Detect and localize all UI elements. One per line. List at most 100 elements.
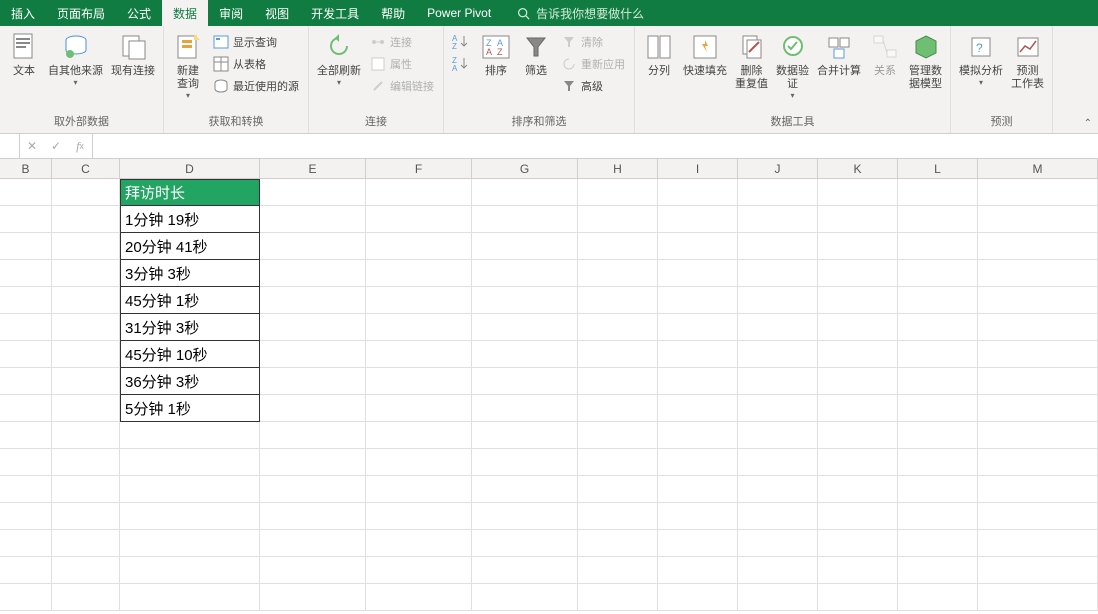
cell[interactable] <box>578 368 658 395</box>
cell[interactable] <box>898 368 978 395</box>
cell[interactable] <box>578 179 658 206</box>
cell[interactable] <box>658 260 738 287</box>
cell[interactable] <box>260 341 366 368</box>
cell[interactable] <box>818 368 898 395</box>
cell[interactable] <box>898 557 978 584</box>
cell[interactable] <box>818 530 898 557</box>
cell[interactable] <box>0 206 52 233</box>
cell[interactable] <box>658 287 738 314</box>
menu-tab-页面布局[interactable]: 页面布局 <box>46 0 116 26</box>
cell[interactable] <box>260 395 366 422</box>
cell[interactable] <box>0 260 52 287</box>
cell[interactable] <box>260 287 366 314</box>
cell[interactable]: 45分钟 1秒 <box>120 287 260 314</box>
column-header[interactable]: D <box>120 159 260 179</box>
edit-links-button[interactable]: 编辑链接 <box>367 75 437 97</box>
cell[interactable] <box>578 530 658 557</box>
cell[interactable] <box>818 260 898 287</box>
cell[interactable] <box>52 557 120 584</box>
cell[interactable] <box>898 503 978 530</box>
cell[interactable] <box>52 584 120 611</box>
cell[interactable] <box>120 476 260 503</box>
cell[interactable] <box>978 341 1098 368</box>
cell[interactable] <box>738 179 818 206</box>
cell[interactable]: 5分钟 1秒 <box>120 395 260 422</box>
cell[interactable] <box>52 530 120 557</box>
cell[interactable] <box>52 314 120 341</box>
column-header[interactable]: H <box>578 159 658 179</box>
remove-duplicates-button[interactable]: 删除 重复值 <box>731 29 772 93</box>
cell[interactable]: 3分钟 3秒 <box>120 260 260 287</box>
cell[interactable] <box>978 260 1098 287</box>
cell[interactable] <box>472 260 578 287</box>
cell[interactable] <box>818 233 898 260</box>
data-validation-button[interactable]: 数据验 证 ▾ <box>772 29 813 102</box>
cell[interactable] <box>0 179 52 206</box>
insert-function-button[interactable]: fx <box>68 134 92 158</box>
cell[interactable] <box>658 503 738 530</box>
cell[interactable] <box>366 395 472 422</box>
cell[interactable] <box>658 206 738 233</box>
cell[interactable] <box>738 368 818 395</box>
cell[interactable] <box>818 503 898 530</box>
cell[interactable] <box>120 530 260 557</box>
cell[interactable] <box>0 503 52 530</box>
cell[interactable] <box>0 287 52 314</box>
cell[interactable] <box>120 422 260 449</box>
flash-fill-button[interactable]: 快速填充 <box>679 29 731 80</box>
cell[interactable] <box>366 287 472 314</box>
cell[interactable] <box>578 449 658 476</box>
show-queries-button[interactable]: 显示查询 <box>210 31 302 53</box>
cell[interactable] <box>898 233 978 260</box>
reapply-button[interactable]: 重新应用 <box>558 53 628 75</box>
cell[interactable] <box>52 395 120 422</box>
cell[interactable] <box>738 260 818 287</box>
cancel-formula-button[interactable]: ✕ <box>20 134 44 158</box>
cell[interactable] <box>978 449 1098 476</box>
cell[interactable] <box>260 557 366 584</box>
cell[interactable] <box>658 341 738 368</box>
cell[interactable] <box>978 584 1098 611</box>
menu-tab-开发工具[interactable]: 开发工具 <box>300 0 370 26</box>
column-header[interactable]: J <box>738 159 818 179</box>
cell[interactable] <box>818 584 898 611</box>
cell[interactable] <box>658 368 738 395</box>
cell[interactable] <box>898 476 978 503</box>
column-header[interactable]: C <box>52 159 120 179</box>
spreadsheet-grid[interactable]: BCDEFGHIJKLM 拜访时长1分钟 19秒20分钟 41秒3分钟 3秒45… <box>0 159 1098 614</box>
cell[interactable] <box>818 179 898 206</box>
manage-data-model-button[interactable]: 管理数 据模型 <box>905 29 946 93</box>
from-other-sources-button[interactable]: 自其他来源 ▾ <box>44 29 107 89</box>
cell[interactable] <box>260 314 366 341</box>
cell[interactable] <box>0 341 52 368</box>
column-header[interactable]: B <box>0 159 52 179</box>
cell[interactable] <box>472 530 578 557</box>
column-header[interactable]: M <box>978 159 1098 179</box>
cell[interactable] <box>366 422 472 449</box>
cell[interactable] <box>0 476 52 503</box>
cell[interactable] <box>52 179 120 206</box>
cell[interactable] <box>658 530 738 557</box>
cell[interactable] <box>738 449 818 476</box>
cell[interactable] <box>738 584 818 611</box>
cell[interactable] <box>578 287 658 314</box>
refresh-all-button[interactable]: 全部刷新 ▾ <box>313 29 365 89</box>
cell[interactable] <box>818 449 898 476</box>
cell[interactable] <box>52 368 120 395</box>
cell[interactable] <box>578 503 658 530</box>
cell[interactable] <box>260 422 366 449</box>
cell[interactable] <box>658 179 738 206</box>
cell[interactable] <box>818 206 898 233</box>
cell[interactable] <box>738 422 818 449</box>
cell[interactable] <box>898 206 978 233</box>
cell[interactable] <box>658 422 738 449</box>
cell[interactable] <box>978 368 1098 395</box>
cell[interactable] <box>366 341 472 368</box>
sort-asc-button[interactable]: AZ <box>450 31 474 53</box>
cell[interactable] <box>658 557 738 584</box>
cell[interactable] <box>52 206 120 233</box>
menu-tab-视图[interactable]: 视图 <box>254 0 300 26</box>
cell[interactable] <box>366 476 472 503</box>
cell[interactable] <box>366 368 472 395</box>
cell[interactable] <box>472 503 578 530</box>
